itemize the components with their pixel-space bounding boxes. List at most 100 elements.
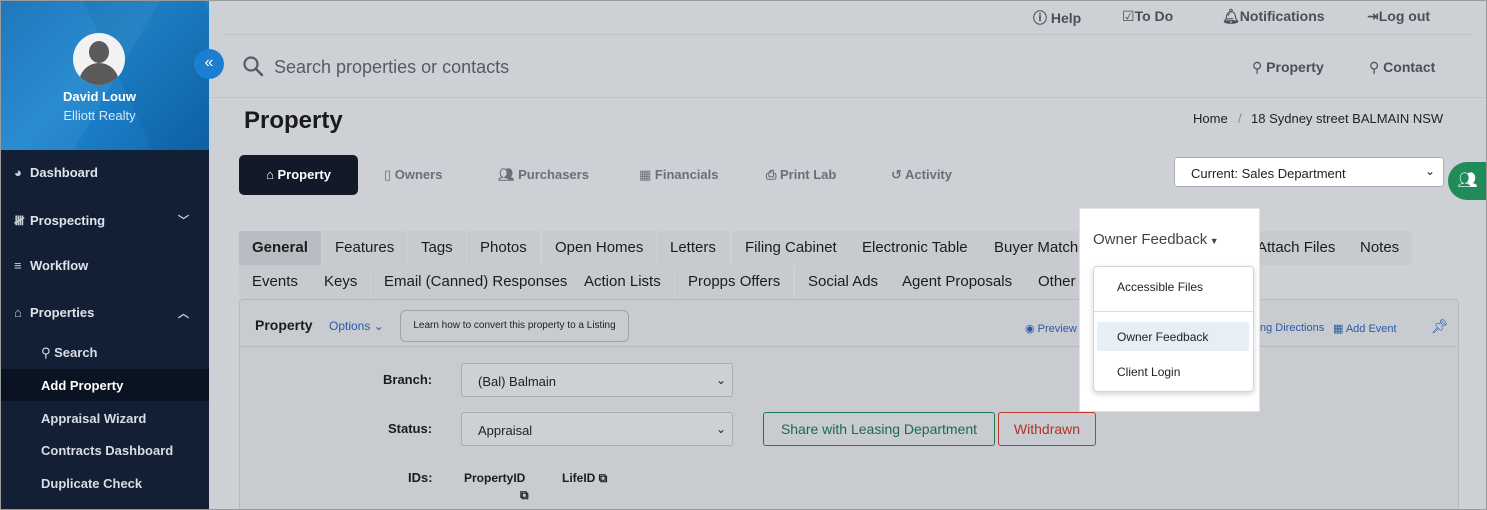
learn-convert-button[interactable]: Learn how to convert this property to a … xyxy=(400,310,629,342)
todo-link[interactable]: ☑To Do xyxy=(1122,8,1173,25)
subtab-tags[interactable]: Tags xyxy=(408,231,466,265)
tab-financials[interactable]: ▦ Financials xyxy=(639,155,718,195)
home-icon: ⌂ xyxy=(14,305,22,320)
collapse-sidebar-button[interactable]: « xyxy=(194,49,224,79)
chevron-down-icon: ⌄ xyxy=(1424,164,1435,178)
help-link[interactable]: ⓘ Help xyxy=(1033,8,1081,28)
subtab-filing-cabinet[interactable]: Filing Cabinet xyxy=(732,231,850,265)
notifications-link[interactable]: 🔔︎Notifications xyxy=(1222,8,1325,25)
subtab-letters[interactable]: Letters xyxy=(657,231,729,265)
subtab-owner-feedback[interactable]: Owner Feedback ▼ xyxy=(1093,231,1219,248)
withdrawn-button[interactable]: Withdrawn xyxy=(998,412,1096,446)
options-dropdown[interactable]: Options ⌄ xyxy=(329,319,384,333)
pin-icon[interactable]: 📌︎ xyxy=(1431,318,1449,335)
property-search-link[interactable]: ⚲ Property xyxy=(1252,59,1324,76)
sidebar: David Louw Elliott Realty ◕ Dashboard 𝍸 Pr… xyxy=(0,0,209,510)
ids-label: IDs: xyxy=(408,470,433,485)
panel-title: Property xyxy=(255,317,313,333)
dashboard-icon: ◕ xyxy=(14,165,22,180)
branch-label: Branch: xyxy=(383,372,433,387)
sidebar-item-properties[interactable]: ⌂ Properties ︿ xyxy=(14,305,209,320)
info-icon: ⓘ xyxy=(1033,10,1047,26)
chevron-down-icon: ﹀ xyxy=(178,215,189,227)
sidebar-item-prospecting[interactable]: 𝍸 Prospecting ﹀ xyxy=(14,212,209,234)
printer-icon: ⎙ xyxy=(766,167,781,182)
sidebar-item-dashboard[interactable]: ◕ Dashboard xyxy=(14,165,223,180)
subtab-notes[interactable]: Notes xyxy=(1347,231,1413,265)
menu-item-owner-feedback[interactable]: Owner Feedback xyxy=(1117,330,1208,344)
sidebar-subitem-search[interactable]: ⚲ Search xyxy=(41,345,98,361)
bell-icon: 🔔︎ xyxy=(1222,8,1240,24)
divider xyxy=(209,97,1487,98)
copy-icon[interactable]: ⧉ xyxy=(520,488,529,503)
chevron-down-icon: ⌄ xyxy=(715,373,726,387)
search-icon: ⚲ xyxy=(1252,59,1267,75)
subtab-features[interactable]: Features xyxy=(322,231,408,265)
divider xyxy=(224,34,1472,35)
sidebar-subitem-appraisal-wizard[interactable]: Appraisal Wizard xyxy=(41,411,146,426)
subtab-social-ads[interactable]: Social Ads xyxy=(795,265,892,299)
profile-card: David Louw Elliott Realty xyxy=(0,0,209,150)
subtab-photos[interactable]: Photos xyxy=(467,231,540,265)
status-label: Status: xyxy=(388,421,433,436)
tab-activity[interactable]: ↺ Activity xyxy=(891,155,952,195)
department-select[interactable]: Current: Sales Department ⌄ xyxy=(1174,157,1444,187)
share-leasing-button[interactable]: Share with Leasing Department xyxy=(763,412,995,446)
user-name: David Louw xyxy=(63,89,136,104)
subtab-electronic-table[interactable]: Electronic Table xyxy=(849,231,981,265)
history-icon: ↺ xyxy=(891,167,906,182)
sidebar-item-workflow[interactable]: ≡ Workflow xyxy=(14,258,223,273)
search-icon: ⚲ xyxy=(41,345,55,360)
chevron-up-icon: ︿ xyxy=(178,308,189,320)
logout-link[interactable]: ⇥Log out xyxy=(1367,8,1430,25)
subtab-events[interactable]: Events xyxy=(239,265,311,299)
add-event-link[interactable]: ▦ Add Event xyxy=(1333,322,1397,335)
tab-purchasers[interactable]: 👥︎ Purchasers xyxy=(498,155,589,195)
eye-icon: ◉ xyxy=(1025,323,1038,335)
caret-down-icon: ▼ xyxy=(1207,236,1219,246)
logout-icon: ⇥ xyxy=(1367,8,1379,24)
checklist-icon: ☑ xyxy=(1122,8,1135,24)
breadcrumb-current: 18 Sydney street BALMAIN NSW xyxy=(1251,111,1444,126)
menu-item-accessible-files[interactable]: Accessible Files xyxy=(1117,280,1203,294)
subtab-email-responses[interactable]: Email (Canned) Responses xyxy=(371,265,581,299)
workflow-icon: ≡ xyxy=(14,258,22,273)
search-input[interactable]: Search properties or contacts xyxy=(274,57,509,78)
menu-item-client-login[interactable]: Client Login xyxy=(1117,365,1180,379)
calculator-icon: ▦ xyxy=(639,167,655,182)
subtab-buyer-match[interactable]: Buyer Match xyxy=(981,231,1092,265)
search-icon xyxy=(243,56,264,77)
status-select[interactable]: Appraisal ⌄ xyxy=(461,412,733,446)
tab-property[interactable]: ⌂ Property xyxy=(239,155,358,195)
team-icon[interactable]: 👥︎ xyxy=(1448,162,1487,200)
subtab-agent-proposals[interactable]: Agent Proposals xyxy=(889,265,1026,299)
tab-owners[interactable]: ▯ Owners xyxy=(384,155,442,195)
life-id-label: LifeID ⧉ xyxy=(562,471,608,485)
subtab-action-lists[interactable]: Action Lists xyxy=(571,265,674,299)
breadcrumb-home[interactable]: Home xyxy=(1193,111,1228,126)
sidebar-subitem-add-property[interactable]: Add Property xyxy=(41,378,123,393)
sidebar-subitem-contracts-dashboard[interactable]: Contracts Dashboard xyxy=(41,443,173,458)
menu-divider xyxy=(1094,311,1253,312)
subtab-propps-offers[interactable]: Propps Offers xyxy=(675,265,794,299)
avatar[interactable] xyxy=(73,33,125,85)
user-company: Elliott Realty xyxy=(63,108,136,123)
subtab-general[interactable]: General xyxy=(239,231,321,265)
subtab-keys[interactable]: Keys xyxy=(311,265,371,299)
contact-search-link[interactable]: ⚲ Contact xyxy=(1369,59,1435,76)
subtab-open-homes[interactable]: Open Homes xyxy=(542,231,657,265)
branch-select[interactable]: (Bal) Balmain ⌄ xyxy=(461,363,733,397)
users-icon: 👥︎ xyxy=(498,167,519,182)
directions-link[interactable]: ng Directions xyxy=(1260,322,1324,334)
tab-print-lab[interactable]: ⎙ Print Lab xyxy=(766,155,836,195)
file-icon: ▯ xyxy=(384,167,395,182)
property-id-label: PropertyID xyxy=(464,471,526,485)
home-icon: ⌂ xyxy=(266,167,278,182)
calendar-icon: ▦ xyxy=(1333,323,1346,335)
search-icon: ⚲ xyxy=(1369,59,1384,75)
breadcrumb-separator: / xyxy=(1238,111,1242,126)
sidebar-subitem-duplicate-check[interactable]: Duplicate Check xyxy=(41,476,142,491)
copy-icon[interactable]: ⧉ xyxy=(599,471,608,485)
chevron-down-icon: ⌄ xyxy=(715,422,726,436)
prospecting-icon: 𝍸 xyxy=(14,213,25,228)
